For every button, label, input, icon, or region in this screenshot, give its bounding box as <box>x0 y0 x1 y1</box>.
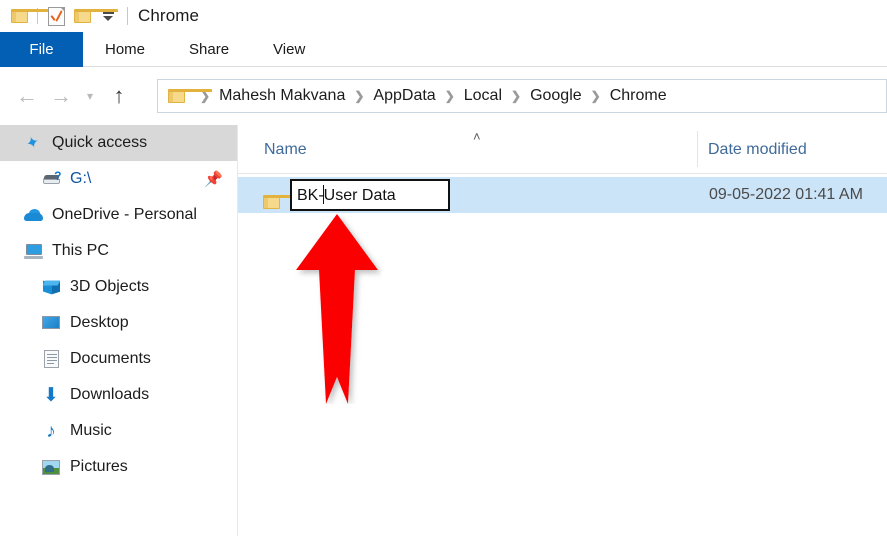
downloads-icon: ⬇ <box>43 384 59 406</box>
column-separator[interactable] <box>697 131 698 167</box>
desktop-icon <box>40 316 62 330</box>
breadcrumb-separator: ❯ <box>511 89 522 103</box>
sidebar-item-label: G:\ <box>70 170 92 187</box>
sidebar-item-music[interactable]: ♪ Music <box>0 413 237 449</box>
breadcrumb-separator: ❯ <box>590 89 601 103</box>
forward-button[interactable]: → <box>44 79 78 113</box>
header-rule <box>238 173 887 174</box>
star-pin-icon: ✦ <box>24 133 43 154</box>
address-bar[interactable]: ❯ Mahesh Makvana ❯ AppData ❯ Local ❯ Goo… <box>157 79 887 113</box>
rename-textbox[interactable]: BK-User Data <box>290 179 450 211</box>
column-header-name[interactable]: Name <box>264 141 307 159</box>
sidebar-item-pictures[interactable]: Pictures <box>0 449 237 485</box>
3d-objects-icon <box>40 279 62 296</box>
column-headers: ˄ Name Date modified <box>238 125 887 173</box>
breadcrumb-separator: ❯ <box>444 89 455 103</box>
breadcrumb-item-user[interactable]: Mahesh Makvana <box>219 87 345 105</box>
properties-folder-icon[interactable] <box>43 3 69 29</box>
tab-home[interactable]: Home <box>83 32 167 67</box>
tab-share[interactable]: Share <box>167 32 251 67</box>
sidebar-item-label: Desktop <box>70 314 129 331</box>
address-folder-icon <box>168 89 212 103</box>
breadcrumb-separator: ❯ <box>354 89 365 103</box>
pin-icon[interactable]: 📌 <box>204 170 223 188</box>
tab-view[interactable]: View <box>251 32 327 67</box>
sidebar-item-documents[interactable]: Documents <box>0 341 237 377</box>
row-date-modified: 09-05-2022 01:41 AM <box>709 186 863 203</box>
sort-ascending-icon: ˄ <box>473 129 481 144</box>
music-icon: ♪ <box>46 420 56 442</box>
tab-file[interactable]: File <box>0 32 83 67</box>
customize-dropdown-icon[interactable] <box>95 3 121 29</box>
up-button[interactable]: ↑ <box>102 79 136 113</box>
sidebar-item-label: OneDrive - Personal <box>52 206 197 223</box>
file-explorer-window: Chrome File Home Share View ← → ▾ ↑ ❯ Ma… <box>0 0 887 536</box>
quick-access-toolbar <box>0 0 121 32</box>
breadcrumb-item-chrome[interactable]: Chrome <box>610 87 667 105</box>
sidebar-item-label: 3D Objects <box>70 278 150 295</box>
sidebar-item-label: Documents <box>70 350 151 367</box>
file-list-pane: ˄ Name Date modified BK-User Data 09-05-… <box>238 125 887 536</box>
onedrive-cloud-icon <box>22 209 44 221</box>
new-folder-icon[interactable] <box>69 3 118 29</box>
sidebar-item-downloads[interactable]: ⬇ Downloads <box>0 377 237 413</box>
title-bar: Chrome <box>0 0 887 32</box>
drive-unknown-icon: ? <box>40 170 62 185</box>
rename-text-before-caret: BK- <box>297 187 324 204</box>
sidebar-item-label: Downloads <box>70 386 150 403</box>
sidebar-item-label: Quick access <box>52 134 148 151</box>
sidebar-item-desktop[interactable]: Desktop <box>0 305 237 341</box>
table-row[interactable]: BK-User Data 09-05-2022 01:41 AM <box>238 177 887 213</box>
sidebar-item-onedrive[interactable]: OneDrive - Personal <box>0 197 237 233</box>
this-pc-icon <box>22 243 44 259</box>
breadcrumb-item-google[interactable]: Google <box>530 87 582 105</box>
window-title: Chrome <box>138 6 200 25</box>
window-folder-icon <box>6 3 55 29</box>
recent-locations-button[interactable]: ▾ <box>78 79 102 113</box>
sidebar-item-label: Music <box>70 422 112 439</box>
sidebar-item-3d-objects[interactable]: 3D Objects <box>0 269 237 305</box>
sidebar-item-label: Pictures <box>70 458 128 475</box>
pictures-icon <box>40 459 62 475</box>
sidebar-item-quick-access[interactable]: ✦ Quick access <box>0 125 237 161</box>
breadcrumb-item-local[interactable]: Local <box>464 87 502 105</box>
title-separator <box>127 7 128 25</box>
navigation-pane: ✦ Quick access ? G:\ 📌 OneDrive - Person… <box>0 125 237 536</box>
ribbon-tabs: File Home Share View <box>0 32 887 67</box>
sidebar-item-label: This PC <box>52 242 109 259</box>
breadcrumb-item-appdata[interactable]: AppData <box>373 87 435 105</box>
sidebar-item-g-drive[interactable]: ? G:\ 📌 <box>0 161 237 197</box>
back-button[interactable]: ← <box>10 79 44 113</box>
documents-icon <box>40 350 62 368</box>
column-header-date-modified[interactable]: Date modified <box>708 141 807 159</box>
sidebar-item-this-pc[interactable]: This PC <box>0 233 237 269</box>
rename-textbox-value: BK-User Data <box>297 185 396 205</box>
rename-text-after-caret: User Data <box>323 187 396 204</box>
